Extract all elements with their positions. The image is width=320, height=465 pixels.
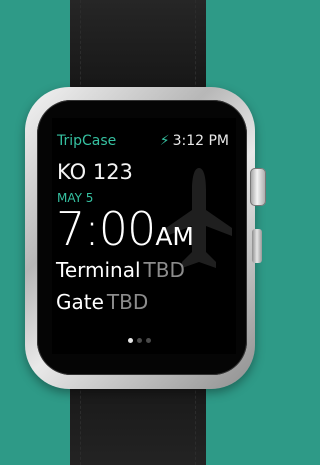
status-header: TripCase ⚡ 3:12 PM [57,133,229,151]
terminal-label: Terminal [56,258,141,282]
current-time: 3:12 PM [172,133,229,149]
departure-time-value: 7:00 [56,202,156,256]
page-indicator[interactable] [128,338,151,343]
side-button[interactable] [252,229,262,263]
page-dot-2[interactable] [137,338,142,343]
watch-band-top [70,0,206,100]
flight-number: KO 123 [57,160,133,184]
departure-ampm: AM [155,222,194,251]
gate-row: Gate TBD [56,290,148,314]
terminal-value: TBD [143,258,185,282]
watch-screen: TripCase ⚡ 3:12 PM KO 123 MAY 5 7:00AM Te… [52,118,236,354]
page-dot-1[interactable] [128,338,133,343]
gate-value: TBD [106,290,149,314]
terminal-row: Terminal TBD [56,258,185,282]
digital-crown[interactable] [250,168,266,206]
page-dot-3[interactable] [146,338,151,343]
gate-label: Gate [56,290,104,314]
status-time: ⚡ 3:12 PM [160,133,229,149]
lightning-bolt-icon: ⚡ [159,133,170,149]
departure-time: 7:00AM [56,202,194,256]
app-name: TripCase [57,133,117,149]
